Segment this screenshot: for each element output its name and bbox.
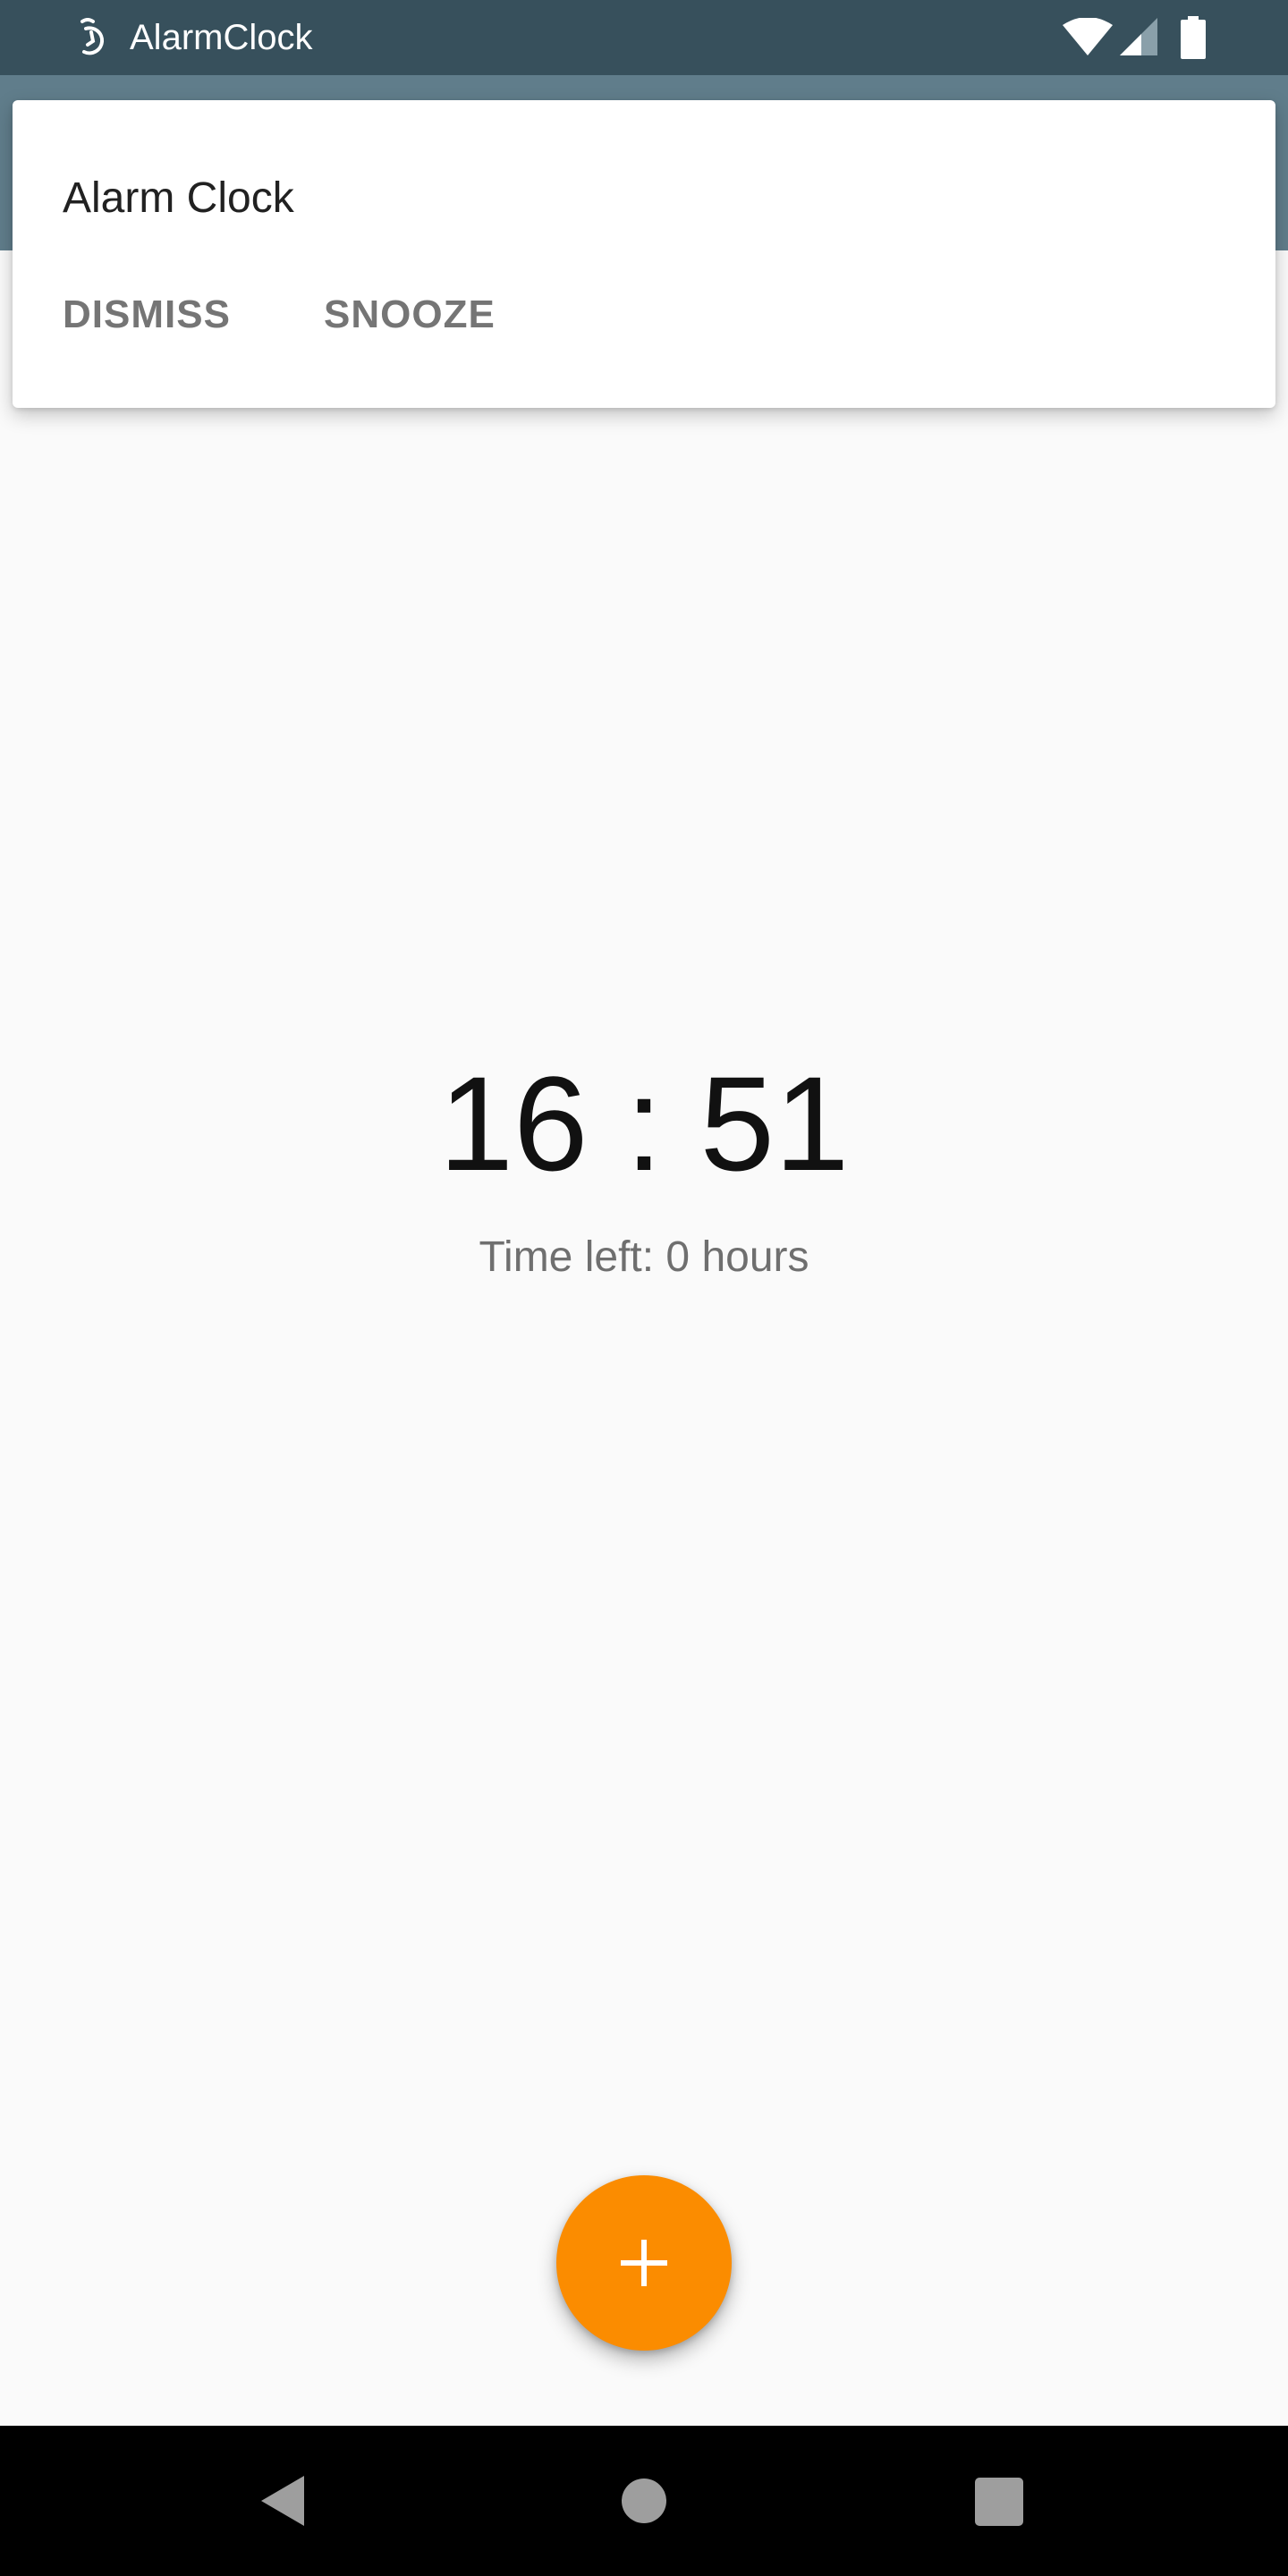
plus-icon <box>621 2240 667 2286</box>
wifi-icon <box>1063 18 1113 55</box>
alarm-time: 16 : 51 <box>438 1048 850 1199</box>
add-alarm-button[interactable] <box>556 2175 732 2351</box>
cell-signal-icon <box>1120 18 1157 55</box>
back-icon[interactable] <box>258 2474 308 2528</box>
status-app-name: AlarmClock <box>130 18 313 57</box>
dismiss-button[interactable]: DISMISS <box>63 290 231 340</box>
notification-title: Alarm Clock <box>63 174 294 222</box>
alarm-icon <box>80 18 105 55</box>
alarm-notification[interactable]: Alarm Clock DISMISS SNOOZE <box>13 100 1275 408</box>
alarm-screen: AlarmClock Alarm Clock DISMISS SNOOZE 16… <box>0 0 1288 2576</box>
navigation-bar <box>0 2426 1288 2576</box>
snooze-button[interactable]: SNOOZE <box>324 290 496 340</box>
battery-icon <box>1181 16 1206 59</box>
home-icon[interactable] <box>621 2478 667 2524</box>
recents-icon[interactable] <box>975 2478 1023 2526</box>
status-bar: AlarmClock <box>0 0 1288 75</box>
time-left-label: Time left: 0 hours <box>479 1233 809 1281</box>
